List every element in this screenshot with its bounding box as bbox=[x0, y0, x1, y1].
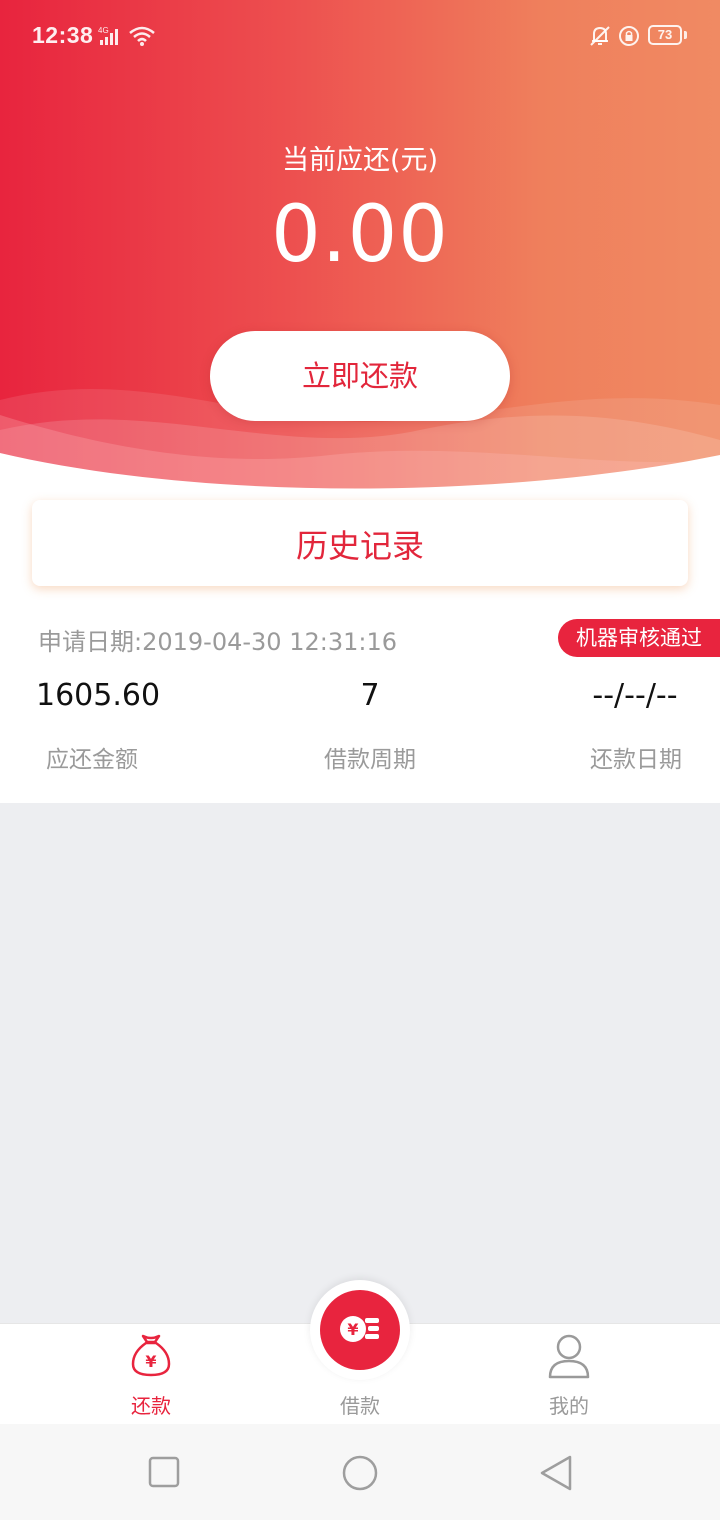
svg-text:¥: ¥ bbox=[145, 1352, 156, 1371]
repay-date-value: --/--/-- bbox=[592, 678, 678, 713]
status-time: 12:38 bbox=[32, 22, 94, 48]
due-amount-value: 0.00 bbox=[271, 190, 449, 280]
apply-date: 申请日期:2019-04-30 12:31:16 bbox=[38, 622, 397, 657]
due-amount-label: 当前应还(元) bbox=[281, 145, 439, 176]
home-icon[interactable] bbox=[341, 1454, 379, 1496]
user-icon bbox=[547, 1333, 591, 1383]
rotation-lock-icon bbox=[617, 24, 641, 52]
battery-tip bbox=[684, 31, 687, 39]
tab-mine-label: 我的 bbox=[549, 1394, 589, 1418]
back-icon[interactable] bbox=[538, 1454, 574, 1496]
review-status-badge: 机器审核通过 bbox=[558, 619, 720, 657]
tab-repay-label: 还款 bbox=[131, 1394, 171, 1418]
signal-icon: 4G bbox=[98, 26, 124, 50]
amount-due-value: 1605.60 bbox=[36, 678, 161, 713]
header-banner: 12:38 4G 73 当前应还(元) 0.00 立即还款 bbox=[0, 0, 720, 500]
system-navigation-bar bbox=[0, 1424, 720, 1520]
tab-borrow[interactable]: 借款 bbox=[300, 1332, 420, 1422]
status-bar: 12:38 4G 73 bbox=[0, 0, 720, 74]
wifi-icon bbox=[128, 24, 156, 52]
battery-icon: 73 bbox=[648, 25, 682, 45]
history-button[interactable]: 历史记录 bbox=[32, 500, 688, 586]
network-type: 4G bbox=[98, 26, 109, 35]
apply-date-label: 申请日期: bbox=[38, 628, 143, 656]
repay-date-label: 还款日期 bbox=[590, 747, 682, 773]
money-bag-icon: ¥ bbox=[129, 1332, 173, 1382]
recent-apps-icon[interactable] bbox=[148, 1456, 180, 1492]
tab-mine[interactable]: 我的 bbox=[509, 1332, 629, 1422]
bell-muted-icon bbox=[588, 24, 612, 52]
tab-repay[interactable]: ¥ 还款 bbox=[91, 1332, 211, 1422]
loan-period-label: 借款周期 bbox=[324, 747, 416, 773]
amount-due-label: 应还金额 bbox=[46, 747, 138, 773]
loan-period-value: 7 bbox=[360, 678, 380, 713]
tab-borrow-label: 借款 bbox=[340, 1394, 380, 1418]
repay-now-button[interactable]: 立即还款 bbox=[210, 331, 510, 421]
apply-date-value: 2019-04-30 12:31:16 bbox=[142, 628, 397, 656]
